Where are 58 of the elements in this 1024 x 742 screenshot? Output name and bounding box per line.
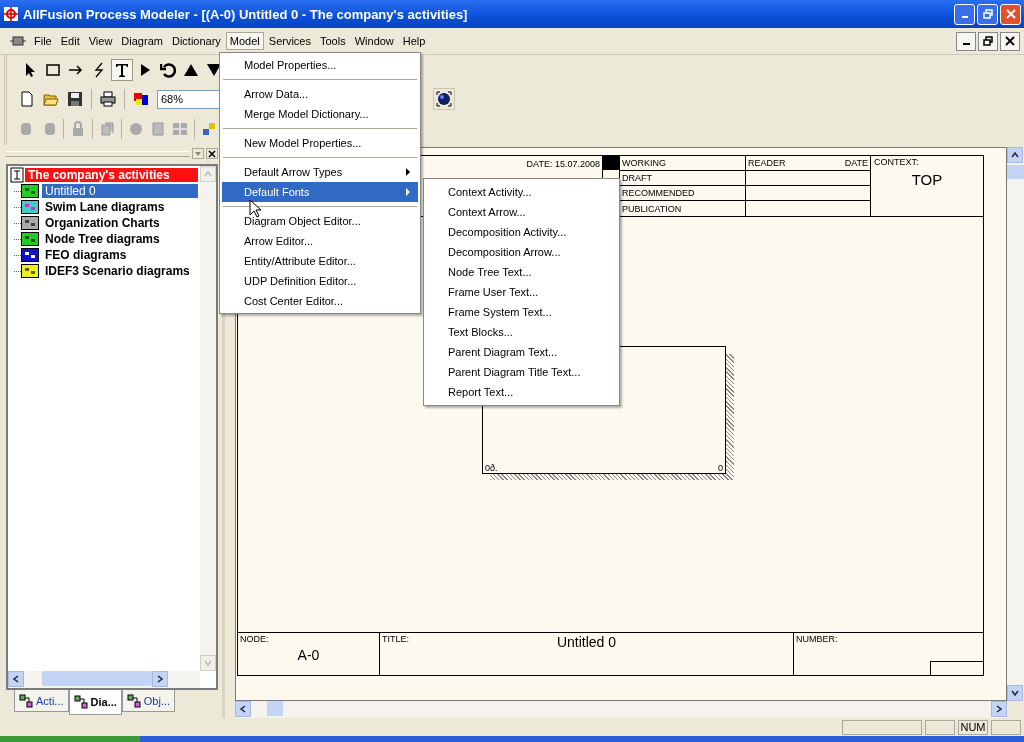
tree-item[interactable]: Untitled 0 <box>42 184 198 198</box>
menu-item[interactable]: Text Blocks... <box>424 322 619 342</box>
menu-item[interactable]: Edit <box>56 32 84 50</box>
reader-label: READER <box>748 158 786 168</box>
node-label: NODE: <box>240 634 269 644</box>
date-text: DATE: 15.07.2008 <box>526 158 600 169</box>
tree-item[interactable]: Node Tree diagrams <box>42 232 198 246</box>
num-lock-indicator: NUM <box>958 719 988 735</box>
menu-item[interactable]: Diagram <box>117 32 167 50</box>
tree-root-item[interactable]: The company's activities <box>25 168 198 182</box>
menu-item[interactable]: File <box>30 32 56 50</box>
context-label: CONTEXT: <box>874 157 919 167</box>
menu-item[interactable]: Dictionary <box>167 32 225 50</box>
panel-tab[interactable]: Acti... <box>14 690 69 712</box>
status-label: WORKING <box>622 158 666 168</box>
menu-item[interactable]: Model Properties... <box>222 55 418 75</box>
window-title: AllFusion Process Modeler - [(A-0) Untitled 0 - The company's activities] <box>23 6 468 22</box>
menu-item[interactable]: Parent Diagram Text... <box>424 342 619 362</box>
number-label: NUMBER: <box>796 634 838 644</box>
menu-item[interactable]: Entity/Attribute Editor... <box>222 251 418 271</box>
menu-item[interactable]: Services <box>264 32 315 50</box>
menu-item[interactable]: Model <box>225 32 264 50</box>
menu-item[interactable]: View <box>84 32 117 50</box>
menu-item[interactable]: Decomposition Arrow... <box>424 242 619 262</box>
tree-item[interactable]: Swim Lane diagrams <box>42 200 198 214</box>
menu-item[interactable]: New Model Properties... <box>222 133 418 153</box>
context-value: TOP <box>911 171 943 188</box>
status-label: PUBLICATION <box>622 203 682 214</box>
menu-item[interactable]: Default Arrow Types <box>222 162 418 182</box>
menu-item[interactable]: Frame User Text... <box>424 282 619 302</box>
menu-item[interactable]: Report Text... <box>424 382 619 402</box>
panel-tab[interactable]: Obj... <box>121 690 176 712</box>
menu-item[interactable]: Window <box>350 32 398 50</box>
menu-item[interactable]: Decomposition Activity... <box>424 222 619 242</box>
menu-item[interactable]: Node Tree Text... <box>424 262 619 282</box>
tree-item[interactable]: Organization Charts <box>42 216 198 230</box>
menu-item[interactable]: Frame System Text... <box>424 302 619 322</box>
menu-item[interactable]: Cost Center Editor... <box>222 291 418 311</box>
tree-item[interactable]: IDEF3 Scenario diagrams <box>42 264 198 278</box>
menu-item[interactable]: Tools <box>316 32 350 50</box>
menu-item[interactable]: Help <box>398 32 430 50</box>
title-label: TITLE: <box>382 634 409 644</box>
node-value: A-0 <box>297 647 320 663</box>
menu-item[interactable]: Default Fonts <box>222 182 418 202</box>
status-label: RECOMMENDED <box>622 188 695 198</box>
menu-item[interactable]: Arrow Editor... <box>222 231 418 251</box>
activity-number: 0 <box>718 463 723 473</box>
diagram-title: Untitled 0 <box>556 634 617 650</box>
menu-item[interactable]: Context Arrow... <box>424 202 619 222</box>
menu-item[interactable]: UDP Definition Editor... <box>222 271 418 291</box>
panel-tab[interactable]: Dia... <box>68 690 122 715</box>
status-label: DRAFT <box>622 173 652 183</box>
tree-item[interactable]: FEO diagrams <box>42 248 198 262</box>
activity-cost: 0ð. <box>485 463 498 473</box>
menu-item[interactable]: Diagram Object Editor... <box>222 211 418 231</box>
date-label: DATE <box>844 158 868 168</box>
menu-item[interactable]: Parent Diagram Title Text... <box>424 362 619 382</box>
menu-item[interactable]: Context Activity... <box>424 182 619 202</box>
